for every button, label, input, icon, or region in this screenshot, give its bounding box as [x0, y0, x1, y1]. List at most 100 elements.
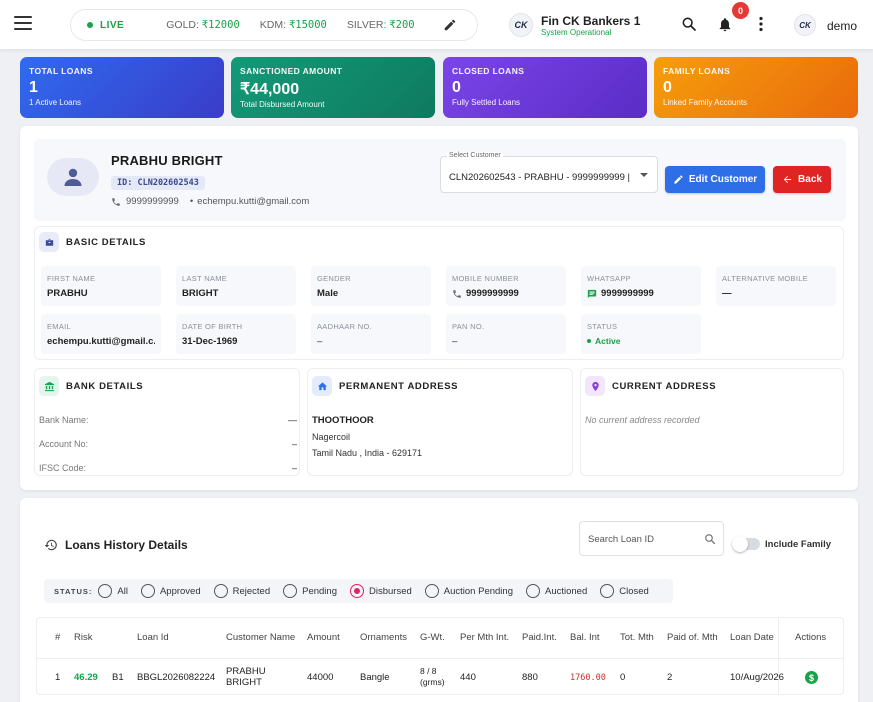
top-bar: LIVE GOLD: ₹12000 KDM: ₹15000 SILVER: ₹2…	[0, 0, 873, 50]
toggle-knob	[732, 536, 748, 552]
customer-id-badge: ID: CLN202602543	[111, 176, 205, 190]
status-radio-closed[interactable]: Closed	[600, 584, 649, 598]
col-customer-name: Customer Name	[226, 632, 296, 643]
field-gender: GENDER Male	[311, 266, 431, 306]
status-radio-approved[interactable]: Approved	[140, 584, 201, 598]
stat-closed-loans: CLOSED LOANS 0 Fully Settled Loans	[443, 57, 647, 118]
payment-dollar-icon[interactable]: $	[805, 671, 818, 684]
user-name[interactable]: demo	[827, 19, 857, 33]
user-avatar[interactable]: CK	[794, 14, 816, 36]
edit-customer-label: Edit Customer	[688, 174, 758, 185]
customer-avatar	[47, 158, 99, 196]
cell-ornaments: Bangle	[360, 672, 390, 683]
search-loan-input[interactable]: Search Loan ID	[579, 521, 724, 556]
field-first-name: FIRST NAME PRABHU	[41, 266, 161, 306]
stat-label: TOTAL LOANS	[29, 66, 93, 76]
field-pan: PAN NO. –	[446, 314, 566, 354]
status-radio-auctioned[interactable]: Auctioned	[525, 584, 587, 598]
address-line-3: Tamil Nadu , India - 629171	[312, 448, 423, 458]
select-customer-label: Select Customer	[447, 152, 503, 159]
bank-icon	[39, 376, 59, 396]
person-icon	[64, 168, 82, 186]
cell-gwt-unit: (grms)	[420, 677, 445, 687]
stat-total-loans: TOTAL LOANS 1 1 Active Loans	[20, 57, 224, 118]
profile-header: PRABHU BRIGHT ID: CLN202602543 999999999…	[34, 139, 846, 221]
notification-badge: 0	[732, 2, 749, 19]
brand-logo: CK	[509, 13, 533, 37]
stat-sub: Fully Settled Loans	[452, 98, 521, 107]
cell-bal-int: 1760.00	[570, 673, 606, 683]
no-current-address: No current address recorded	[585, 415, 700, 425]
col-actions: Actions	[795, 632, 827, 643]
briefcase-icon	[39, 232, 59, 252]
search-icon	[705, 534, 716, 545]
cell-loan-id: BBGL2026082224	[137, 672, 216, 683]
cell-amount: 44000	[307, 672, 334, 683]
status-radio-disbursed[interactable]: Disbursed	[350, 584, 412, 598]
cell-tot-mth: 0	[620, 672, 626, 683]
col-loan-id: Loan Id	[137, 632, 169, 643]
cell-per-mth-int: 440	[460, 672, 476, 683]
status-radio-pending[interactable]: Pending	[283, 584, 337, 598]
status-radio-auction-pending[interactable]: Auction Pending	[424, 584, 513, 598]
location-pin-icon	[585, 376, 605, 396]
stat-sanctioned-amount: SANCTIONED AMOUNT ₹44,000 Total Disburse…	[231, 57, 435, 118]
basic-details-section: BASIC DETAILS FIRST NAME PRABHU LAST NAME…	[34, 226, 844, 360]
stat-family-loans: FAMILY LOANS 0 Linked Family Accounts	[654, 57, 858, 118]
current-address-section: CURRENT ADDRESS No current address recor…	[580, 368, 844, 476]
col-per-mth-int: Per Mth Int.	[460, 632, 510, 643]
field-status: STATUS Active	[581, 314, 701, 354]
address-line-1: THOOTHOOR	[312, 415, 374, 426]
include-family-label: Include Family	[765, 539, 831, 550]
phone-icon	[112, 197, 120, 206]
menu-icon[interactable]	[14, 16, 32, 32]
col-gwt: G-Wt.	[420, 632, 445, 643]
dropdown-arrow-icon	[640, 173, 648, 177]
more-vertical-icon[interactable]	[758, 16, 764, 32]
cell-customer-last: BRIGHT	[226, 677, 262, 688]
status-radio-rejected[interactable]: Rejected	[213, 584, 270, 598]
customer-contact: 9999999999 • echempu.kutti@gmail.com	[111, 196, 309, 207]
field-mobile: MOBILE NUMBER 9999999999	[446, 266, 566, 306]
stat-label: FAMILY LOANS	[663, 66, 731, 76]
separator-dot: •	[189, 196, 194, 207]
field-whatsapp: WHATSAPP 9999999999	[581, 266, 701, 306]
field-email: EMAIL echempu.kutti@gmail.c...	[41, 314, 161, 354]
live-dot-icon	[87, 22, 93, 28]
cell-number: 1	[55, 672, 61, 683]
ifsc-row: IFSC Code: –	[39, 463, 297, 473]
col-loan-date: Loan Date	[730, 632, 774, 643]
status-badge: Active	[587, 336, 621, 346]
system-status: System Operational	[541, 28, 612, 37]
edit-customer-button[interactable]: Edit Customer	[665, 166, 765, 193]
bank-name-row: Bank Name: —	[39, 415, 297, 425]
home-icon	[312, 376, 332, 396]
include-family-toggle[interactable]	[732, 536, 760, 552]
col-risk: Risk	[74, 632, 93, 643]
pencil-icon	[674, 175, 683, 184]
select-customer-dropdown[interactable]: Select Customer CLN202602543 - PRABHU - …	[440, 152, 658, 193]
cell-paid-int: 880	[522, 672, 538, 683]
customer-name: PRABHU BRIGHT	[111, 153, 223, 168]
search-icon[interactable]	[681, 16, 697, 32]
col-bal-int: Bal. Int	[570, 632, 600, 643]
col-paid-int: Paid.Int.	[522, 632, 557, 643]
customer-email: echempu.kutti@gmail.com	[197, 196, 310, 207]
col-tot-mth: Tot. Mth	[620, 632, 654, 643]
cell-risk: 46.29	[74, 672, 98, 683]
status-radio-all[interactable]: All	[98, 584, 128, 598]
col-paid-of-mth: Paid of. Mth	[667, 632, 718, 643]
back-label: Back	[798, 174, 822, 185]
loans-history-title: Loans History Details	[44, 538, 188, 552]
status-filter: STATUS: All Approved Rejected Pending Di…	[44, 579, 673, 603]
stat-value: ₹44,000	[240, 81, 300, 98]
silver-rate: SILVER: ₹200	[346, 19, 415, 31]
bell-icon[interactable]	[717, 16, 733, 33]
field-alt-mobile: ALTERNATIVE MOBILE —	[716, 266, 836, 306]
chat-icon	[587, 289, 597, 298]
history-icon	[44, 539, 57, 551]
loans-table: # Risk Loan Id Customer Name Amount Orna…	[36, 617, 844, 695]
back-button[interactable]: Back	[773, 166, 831, 193]
stat-sub: Total Disbursed Amount	[240, 100, 325, 109]
edit-rates-icon[interactable]	[443, 18, 457, 32]
